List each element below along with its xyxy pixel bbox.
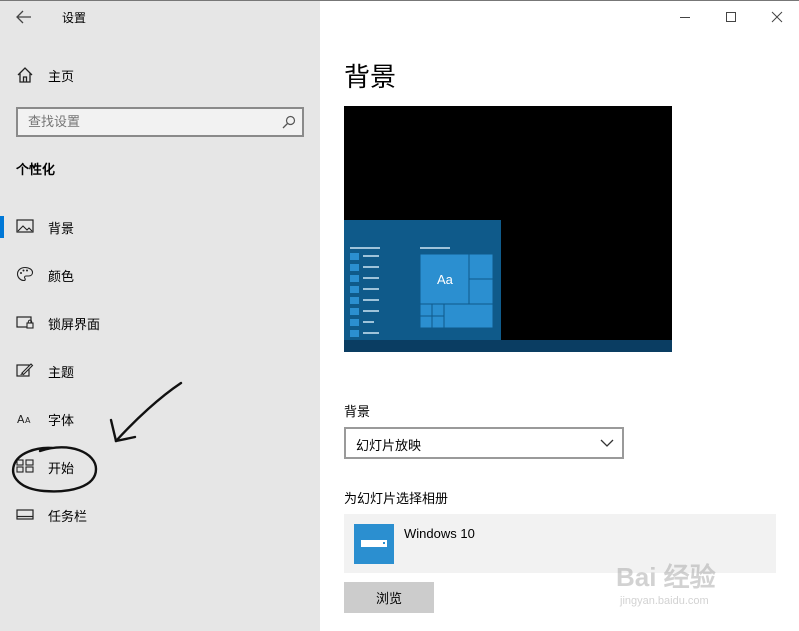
sidebar-item-start[interactable]: 开始	[0, 449, 320, 483]
desktop-preview: Aa	[344, 106, 672, 352]
sidebar-item-themes[interactable]: 主题	[0, 353, 320, 387]
lock-screen-icon	[16, 316, 34, 329]
maximize-icon	[726, 12, 736, 22]
taskbar-preview	[344, 340, 672, 352]
maximize-button[interactable]	[716, 7, 746, 27]
album-item[interactable]: Windows 10	[344, 514, 776, 573]
sidebar-item-fonts[interactable]: A A 字体	[0, 401, 320, 435]
back-button[interactable]	[14, 7, 34, 27]
album-section-label: 为幻灯片选择相册	[344, 492, 449, 507]
sidebar-item-label: 主题	[48, 366, 75, 381]
home-icon	[17, 67, 33, 83]
search-box[interactable]	[16, 107, 304, 137]
watermark-url: jingyan.baidu.com	[620, 595, 709, 607]
tile-text: Aa	[437, 272, 453, 287]
album-thumbnail	[354, 524, 394, 564]
home-nav-item[interactable]: 主页	[16, 65, 74, 85]
palette-icon	[16, 266, 34, 282]
folder-icon	[361, 540, 387, 547]
settings-content: 背景 Aa 背景 幻灯片放映 为幻灯片选择相册 Windows 10 浏览 Ba…	[320, 0, 799, 631]
selected-indicator	[0, 216, 4, 238]
sidebar-item-label: 字体	[48, 414, 75, 429]
sidebar-item-label: 背景	[48, 222, 75, 237]
start-menu-preview: Aa	[344, 220, 501, 340]
close-icon	[771, 11, 783, 23]
minimize-icon	[680, 17, 690, 18]
back-arrow-icon	[16, 10, 31, 24]
svg-text:A: A	[25, 416, 31, 425]
page-title: 背景	[344, 63, 397, 93]
close-button[interactable]	[762, 7, 792, 27]
background-type-select[interactable]: 幻灯片放映	[344, 427, 624, 459]
album-name: Windows 10	[404, 526, 475, 541]
taskbar-icon	[16, 509, 34, 520]
browse-button[interactable]: 浏览	[344, 582, 434, 613]
sidebar-item-label: 任务栏	[48, 510, 88, 525]
background-label: 背景	[344, 405, 371, 420]
sidebar-item-label: 颜色	[48, 270, 75, 285]
sidebar-item-lock-screen[interactable]: 锁屏界面	[0, 305, 320, 339]
home-label: 主页	[48, 69, 75, 85]
search-input[interactable]	[18, 109, 278, 135]
sidebar-item-label: 开始	[48, 462, 75, 477]
sidebar-item-colors[interactable]: 颜色	[0, 257, 320, 291]
picture-icon	[16, 219, 34, 233]
start-menu-list-preview	[350, 247, 494, 337]
theme-brush-icon	[16, 363, 34, 377]
settings-sidebar: 设置 主页 个性化 背景 颜色	[0, 0, 320, 631]
sidebar-item-label: 锁屏界面	[48, 318, 101, 333]
chevron-down-icon	[600, 439, 614, 447]
background-type-value: 幻灯片放映	[356, 439, 422, 454]
sidebar-item-background[interactable]: 背景	[0, 209, 320, 243]
sidebar-item-taskbar[interactable]: 任务栏	[0, 497, 320, 531]
minimize-button[interactable]	[670, 7, 700, 27]
search-icon[interactable]	[282, 115, 296, 129]
font-icon: A A	[17, 413, 31, 426]
start-tiles-icon	[16, 459, 34, 473]
section-title-personalization: 个性化	[16, 163, 56, 178]
window-title: 设置	[62, 11, 87, 25]
svg-text:A: A	[17, 413, 25, 426]
